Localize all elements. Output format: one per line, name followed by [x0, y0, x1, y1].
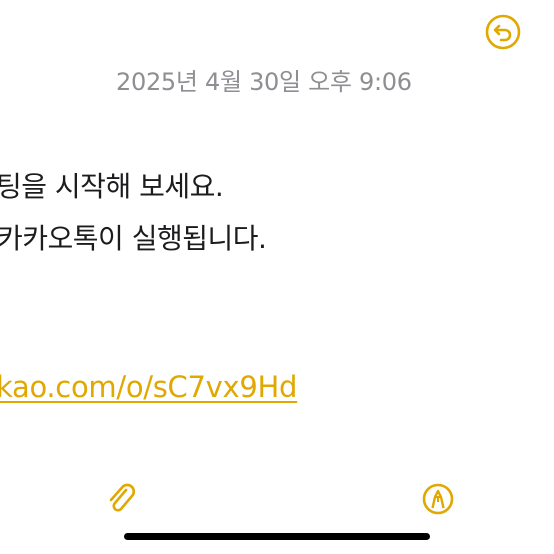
home-indicator[interactable] [124, 533, 430, 540]
undo-button[interactable] [484, 13, 522, 51]
open-chat-link[interactable]: kao.com/o/sC7vx9Hd [0, 370, 297, 404]
paperclip-icon [109, 483, 136, 512]
markup-pen-icon [422, 483, 454, 515]
note-text-line-2[interactable]: 카카오톡이 실행됩니다. [0, 217, 267, 257]
note-timestamp: 2025년 4월 30일 오후 9:06 [116, 68, 412, 96]
attach-button[interactable] [104, 481, 140, 517]
notes-screen: 2025년 4월 30일 오후 9:06 팅을 시작해 보세요. 카카오톡이 실… [0, 0, 554, 554]
markup-button[interactable] [420, 481, 456, 517]
undo-icon [485, 14, 521, 50]
note-text-line-1[interactable]: 팅을 시작해 보세요. [0, 165, 224, 205]
